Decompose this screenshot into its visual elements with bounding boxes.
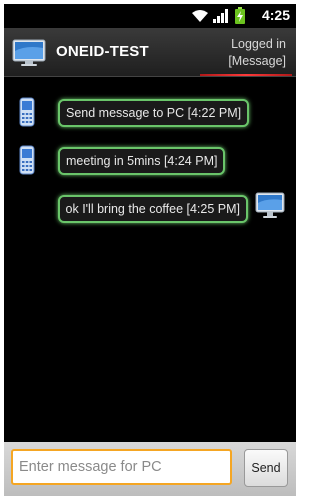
message-bubble[interactable]: meeting in 5mins [4:24 PM] [58,147,226,175]
monitor-icon [12,39,46,66]
title-bar: ONEID-TEST Logged in [Message] [4,28,296,77]
send-button[interactable]: Send [244,449,288,487]
message-input[interactable] [11,449,232,485]
message-list: Send message to PC [4:22 PM] meeting in … [4,77,296,442]
compose-bar: Send [4,442,296,496]
app-title: ONEID-TEST [56,43,149,60]
message-row: Send message to PC [4:22 PM] [4,95,296,131]
login-status-line: Logged in [231,37,286,51]
monitor-icon [255,192,285,218]
signal-icon [213,9,228,23]
message-bubble[interactable]: ok I'll bring the coffee [4:25 PM] [57,195,248,223]
login-mode-label: [Message] [228,54,286,68]
status-underline [200,74,292,76]
phone-icon [19,97,35,127]
battery-charging-icon [235,7,245,24]
message-row: ok I'll bring the coffee [4:25 PM] [4,191,296,227]
login-status: Logged in [Message] [228,36,286,70]
app-screen: 4:25 ONEID-TEST Logged in [Message] Send… [4,4,296,496]
status-bar: 4:25 [4,4,296,28]
message-row: meeting in 5mins [4:24 PM] [4,143,296,179]
phone-icon [19,145,35,175]
message-bubble[interactable]: Send message to PC [4:22 PM] [58,99,250,127]
wifi-icon [192,10,208,22]
clock: 4:25 [261,7,290,23]
